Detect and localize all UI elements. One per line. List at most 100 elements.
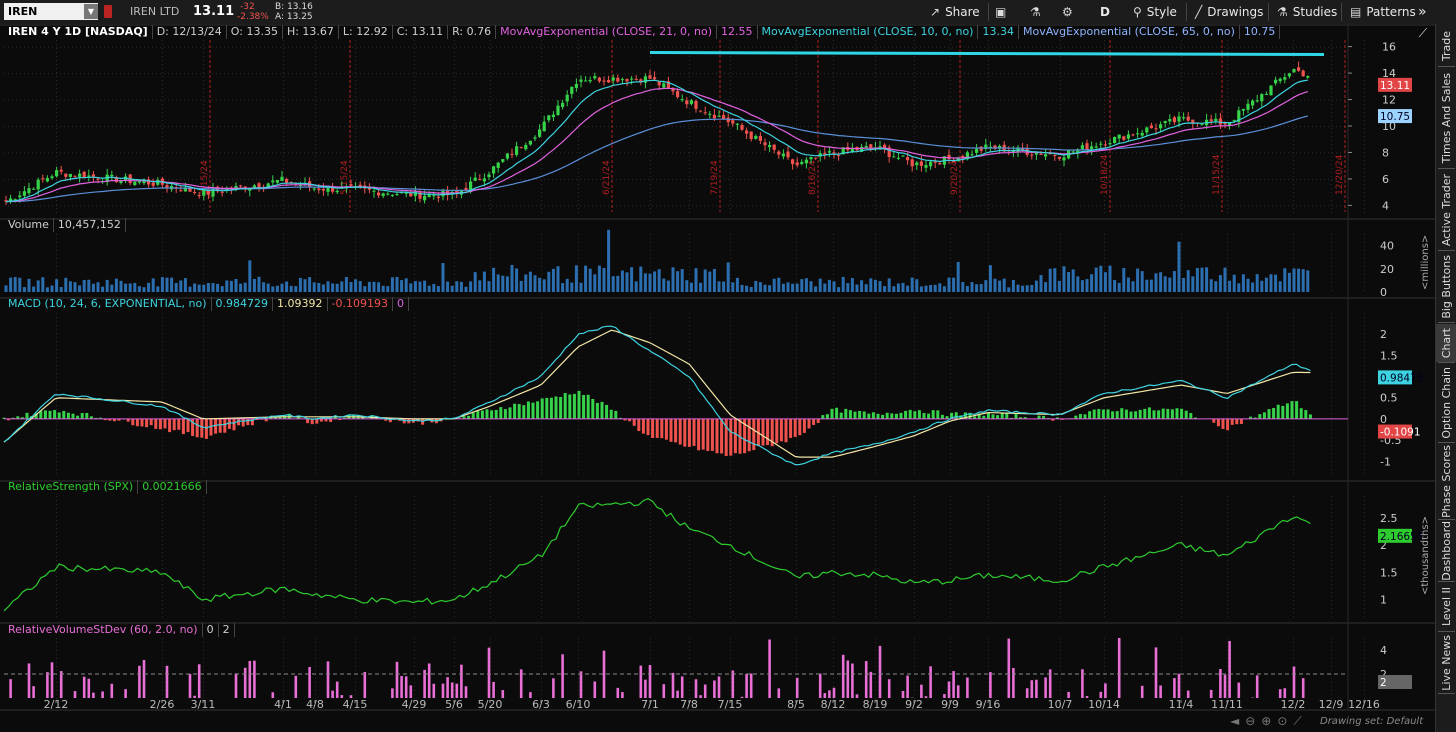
grid-dot bbox=[203, 317, 204, 318]
grid-dot bbox=[36, 152, 37, 154]
grid-dot bbox=[162, 642, 163, 643]
grid-dot bbox=[541, 238, 542, 239]
grid-dot bbox=[833, 116, 834, 117]
grid-dot bbox=[1100, 152, 1101, 154]
grid-dot bbox=[414, 536, 415, 537]
grid-dot bbox=[1332, 178, 1333, 180]
grid-dot bbox=[1181, 337, 1182, 338]
grid-dot bbox=[280, 205, 281, 207]
grid-dot bbox=[1181, 120, 1182, 121]
grid-dot bbox=[140, 205, 141, 207]
grid-dot bbox=[162, 576, 163, 577]
grid-dot bbox=[578, 662, 579, 663]
grid-dot bbox=[689, 337, 690, 338]
grid-dot bbox=[914, 108, 915, 109]
grid-dot bbox=[578, 694, 579, 695]
share-button[interactable]: ↗ Share bbox=[930, 0, 980, 24]
grid-dot bbox=[1148, 178, 1149, 180]
grid-dot bbox=[730, 666, 731, 667]
grid-dot bbox=[360, 152, 361, 154]
grid-dot bbox=[796, 592, 797, 593]
grid-dot bbox=[162, 674, 163, 675]
symbol-dropdown-icon[interactable]: ▼ bbox=[84, 4, 98, 19]
drawings-button[interactable]: ╱ Drawings bbox=[1195, 0, 1263, 24]
grid-dot bbox=[730, 670, 731, 671]
grid-dot bbox=[796, 341, 797, 342]
grid-dot bbox=[1040, 205, 1041, 207]
flask-button[interactable]: ⚗ bbox=[1030, 0, 1046, 24]
grid-dot bbox=[875, 678, 876, 679]
grid-dot bbox=[414, 148, 415, 149]
grid-dot bbox=[578, 176, 579, 177]
grid-dot bbox=[203, 646, 204, 647]
grid-dot bbox=[524, 205, 525, 207]
grid-dot bbox=[355, 616, 356, 617]
grid-dot bbox=[541, 429, 542, 430]
collapse-toolbar-button[interactable]: » bbox=[1418, 0, 1427, 24]
grid-dot bbox=[203, 658, 204, 659]
grid-dot bbox=[950, 377, 951, 378]
grid-dot bbox=[1316, 178, 1317, 180]
grid-dot bbox=[650, 132, 651, 133]
grid-dot bbox=[1293, 234, 1294, 235]
period-button[interactable]: D bbox=[1100, 0, 1110, 24]
grid-dot bbox=[56, 592, 57, 593]
grid-dot bbox=[104, 178, 105, 180]
chart-settings-button[interactable]: ▣ bbox=[995, 0, 1011, 24]
grid-dot bbox=[414, 48, 415, 49]
grid-dot bbox=[988, 616, 989, 617]
grid-dot bbox=[748, 178, 749, 180]
grid-dot bbox=[490, 80, 491, 81]
grid-dot bbox=[460, 205, 461, 207]
grid-dot bbox=[162, 564, 163, 565]
grid-dot bbox=[988, 401, 989, 402]
grid-dot bbox=[1293, 572, 1294, 573]
grid-dot bbox=[988, 104, 989, 105]
grid-dot bbox=[689, 266, 690, 267]
studies-button[interactable]: ⚗ Studies bbox=[1277, 0, 1337, 24]
grid-dot bbox=[490, 200, 491, 201]
grid-dot bbox=[1104, 512, 1105, 513]
grid-dot bbox=[355, 405, 356, 406]
grid-dot bbox=[578, 433, 579, 434]
grid-dot bbox=[950, 441, 951, 442]
patterns-button[interactable]: ▤ Patterns bbox=[1350, 0, 1416, 24]
grid-dot bbox=[730, 658, 731, 659]
grid-dot bbox=[56, 449, 57, 450]
grid-dot bbox=[232, 178, 233, 180]
grid-dot bbox=[1060, 536, 1061, 537]
grid-dot bbox=[600, 178, 601, 180]
grid-dot bbox=[730, 662, 731, 663]
grid-dot bbox=[162, 600, 163, 601]
grid-dot bbox=[875, 421, 876, 422]
grid-dot bbox=[541, 540, 542, 541]
grid-dot bbox=[203, 592, 204, 593]
grid-dot bbox=[315, 164, 316, 165]
grid-dot bbox=[541, 457, 542, 458]
grid-dot bbox=[454, 278, 455, 279]
grid-dot bbox=[1181, 389, 1182, 390]
grid-dot bbox=[880, 205, 881, 207]
grid-dot bbox=[650, 68, 651, 69]
grid-dot bbox=[1260, 178, 1261, 180]
grid-dot bbox=[1293, 152, 1294, 153]
grid-dot bbox=[914, 381, 915, 382]
style-button[interactable]: ⚲ Style bbox=[1133, 0, 1177, 24]
grid-dot bbox=[1293, 536, 1294, 537]
grid-dot bbox=[833, 92, 834, 93]
grid-dot bbox=[1293, 88, 1294, 89]
grid-dot bbox=[616, 178, 617, 180]
grid-dot bbox=[730, 552, 731, 553]
grid-dot bbox=[541, 208, 542, 209]
grid-dot bbox=[315, 80, 316, 81]
grid-dot bbox=[541, 212, 542, 213]
grid-dot bbox=[800, 178, 801, 180]
flag-icon[interactable] bbox=[104, 5, 112, 18]
grid-dot bbox=[414, 80, 415, 81]
grid-dot bbox=[490, 508, 491, 509]
grid-dot bbox=[578, 132, 579, 133]
grid-dot bbox=[1152, 205, 1153, 207]
grid-dot bbox=[1364, 445, 1365, 446]
grid-dot bbox=[730, 650, 731, 651]
settings-button[interactable]: ⚙ bbox=[1062, 0, 1078, 24]
